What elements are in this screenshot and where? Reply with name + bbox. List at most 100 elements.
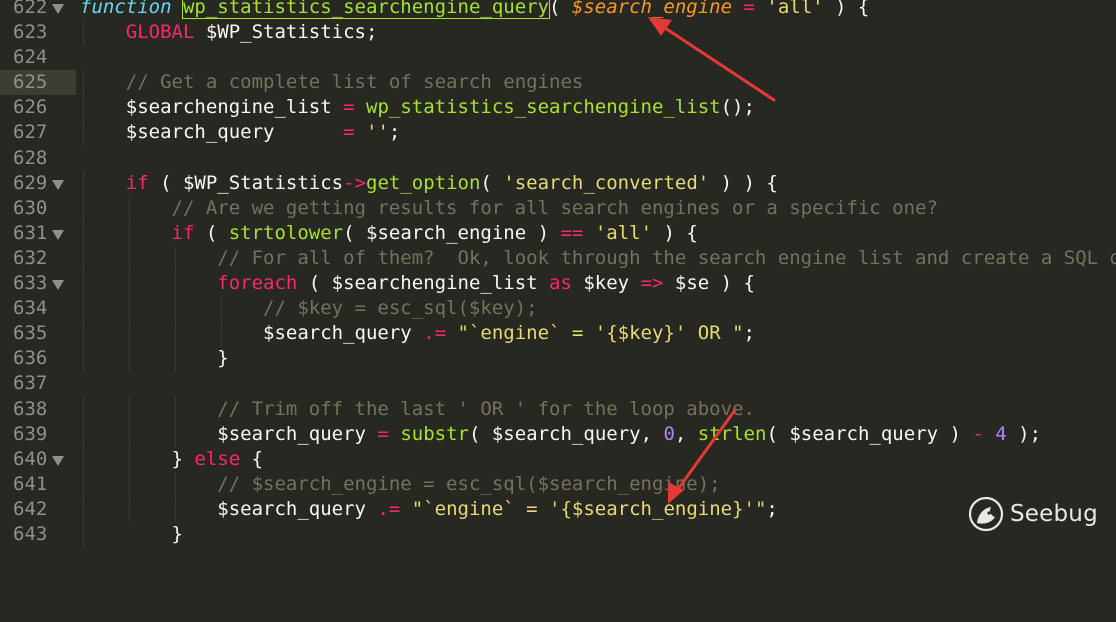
line-gutter: 640: [0, 447, 76, 472]
code-text[interactable]: $searchengine_list = wp_statistics_searc…: [80, 95, 755, 121]
line-gutter: 638: [0, 397, 76, 422]
code-text[interactable]: }: [80, 521, 183, 548]
code-text[interactable]: function wp_statistics_searchengine_quer…: [80, 0, 869, 20]
code-token: ;: [766, 497, 778, 520]
line-gutter: 624: [0, 45, 76, 70]
line-gutter: 627: [0, 120, 76, 145]
code-text[interactable]: if ( $WP_Statistics->get_option( 'search…: [80, 170, 778, 196]
line-number: 635: [13, 322, 48, 345]
operator: =: [377, 422, 389, 445]
keyword-else: else: [194, 447, 241, 470]
line-number: 629: [13, 171, 48, 194]
operator: .=: [423, 322, 447, 345]
code-text[interactable]: // Get a complete list of search engines: [80, 70, 584, 96]
fold-arrow-icon[interactable]: [52, 4, 64, 14]
code-text[interactable]: if ( strtolower( $search_engine ) == 'al…: [80, 220, 698, 246]
code-text[interactable]: // For all of them? Ok, look through the…: [80, 245, 1116, 272]
code-text[interactable]: $search_query = '';: [80, 120, 400, 146]
fold-arrow-icon[interactable]: [52, 229, 64, 240]
fold-arrow-icon[interactable]: [52, 179, 64, 190]
code-line[interactable]: 628: [0, 146, 1116, 171]
code-token: ( $search_query,: [468, 422, 664, 445]
code-token: ( $search_query ): [766, 422, 973, 445]
code-line[interactable]: 640 } else {: [0, 446, 1116, 472]
variable: $search_query: [217, 422, 378, 445]
number-literal: 0: [663, 422, 675, 445]
parameter-search-engine: $search_engine: [571, 0, 733, 18]
code-token: ( $searchengine_list: [297, 272, 550, 295]
code-line[interactable]: 643 }: [0, 521, 1116, 548]
code-text[interactable]: $search_query .= "`engine` = '{$key}' OR…: [80, 321, 755, 347]
code-line[interactable]: 633 foreach ( $searchengine_list as $key…: [0, 271, 1116, 297]
code-token: ( $WP_Statistics: [148, 171, 344, 194]
code-line[interactable]: 626 $searchengine_list = wp_statistics_s…: [0, 95, 1116, 121]
code-text[interactable]: $search_query = substr( $search_query, 0…: [80, 421, 1041, 447]
code-line[interactable]: 622 function wp_statistics_searchengine_…: [0, 0, 1116, 20]
code-text[interactable]: }: [80, 346, 229, 372]
code-text[interactable]: $search_query .= "`engine` = '{$search_e…: [80, 496, 778, 522]
code-token: ( $search_engine ): [343, 221, 561, 244]
code-token: (: [194, 221, 229, 244]
code-text[interactable]: // Trim off the last ' OR ' for the loop…: [80, 396, 755, 422]
code-token: ();: [720, 96, 755, 119]
code-line[interactable]: 631 if ( strtolower( $search_engine ) ==…: [0, 220, 1116, 246]
code-line[interactable]: 632 // For all of them? Ok, look through…: [0, 245, 1116, 272]
string-literal: "`engine` = '{$key}' OR ": [457, 322, 744, 345]
comment: // $key = esc_sql($key);: [263, 297, 538, 320]
code-line[interactable]: 642 $search_query .= "`engine` = '{$sear…: [0, 496, 1116, 522]
code-line[interactable]: 627 $search_query = '';: [0, 120, 1116, 146]
line-number: 622: [13, 0, 48, 18]
line-number: 625: [13, 71, 48, 94]
code-line[interactable]: 635 $search_query .= "`engine` = '{$key}…: [0, 321, 1116, 347]
code-token: ,: [674, 422, 698, 445]
code-line[interactable]: 638 // Trim off the last ' OR ' for the …: [0, 396, 1116, 422]
code-line[interactable]: 623 GLOBAL $WP_Statistics;: [0, 20, 1116, 46]
code-line[interactable]: 636 }: [0, 346, 1116, 372]
code-text[interactable]: } else {: [80, 446, 263, 472]
operator: ->: [343, 171, 367, 194]
line-gutter: 643: [0, 522, 76, 547]
line-number: 631: [13, 221, 48, 244]
code-token: (: [549, 0, 572, 18]
code-text[interactable]: // $search_engine = esc_sql($search_engi…: [80, 471, 721, 497]
code-line[interactable]: 634 // $key = esc_sql($key);: [0, 296, 1116, 322]
code-line[interactable]: 629 if ( $WP_Statistics->get_option( 'se…: [0, 170, 1116, 196]
code-text[interactable]: // Are we getting results for all search…: [80, 195, 938, 221]
function-name-highlight: wp_statistics_searchengine_query: [181, 0, 551, 19]
comment: // Get a complete list of search engines: [125, 71, 584, 94]
comment: // Are we getting results for all search…: [171, 196, 938, 219]
string-literal: 'all': [594, 221, 653, 244]
operator: =>: [640, 272, 664, 295]
line-gutter: 639: [0, 422, 76, 447]
code-text[interactable]: foreach ( $searchengine_list as $key => …: [80, 271, 755, 297]
code-line[interactable]: 624: [0, 45, 1116, 70]
code-line[interactable]: 639 $search_query = substr( $search_quer…: [0, 421, 1116, 447]
operator: =: [343, 121, 366, 144]
code-line[interactable]: 637: [0, 371, 1116, 396]
line-gutter: 631: [0, 221, 76, 246]
fold-arrow-icon[interactable]: [52, 280, 64, 291]
code-token: ) {: [652, 221, 698, 244]
code-line[interactable]: 641 // $search_engine = esc_sql($search_…: [0, 471, 1116, 497]
code-token: $WP_Statistics;: [194, 21, 378, 44]
line-gutter: 633: [0, 271, 76, 296]
code-line-current[interactable]: 625 // Get a complete list of search eng…: [0, 70, 1116, 96]
code-text[interactable]: GLOBAL $WP_Statistics;: [80, 20, 378, 46]
comment: // $search_engine = esc_sql($search_engi…: [217, 472, 721, 495]
line-number: 633: [13, 272, 48, 295]
code-line[interactable]: 630 // Are we getting results for all se…: [0, 195, 1116, 221]
code-token: $se ) {: [663, 272, 755, 295]
string-literal: 'search_converted': [503, 171, 710, 194]
fold-arrow-icon[interactable]: [52, 455, 64, 466]
seebug-logo-icon: [968, 496, 1004, 532]
code-text[interactable]: // $key = esc_sql($key);: [80, 296, 538, 322]
operator: -: [972, 422, 984, 445]
code-token: ;: [743, 322, 755, 345]
line-gutter: 642: [0, 497, 76, 522]
code-editor[interactable]: 622 function wp_statistics_searchengine_…: [0, 0, 1116, 548]
